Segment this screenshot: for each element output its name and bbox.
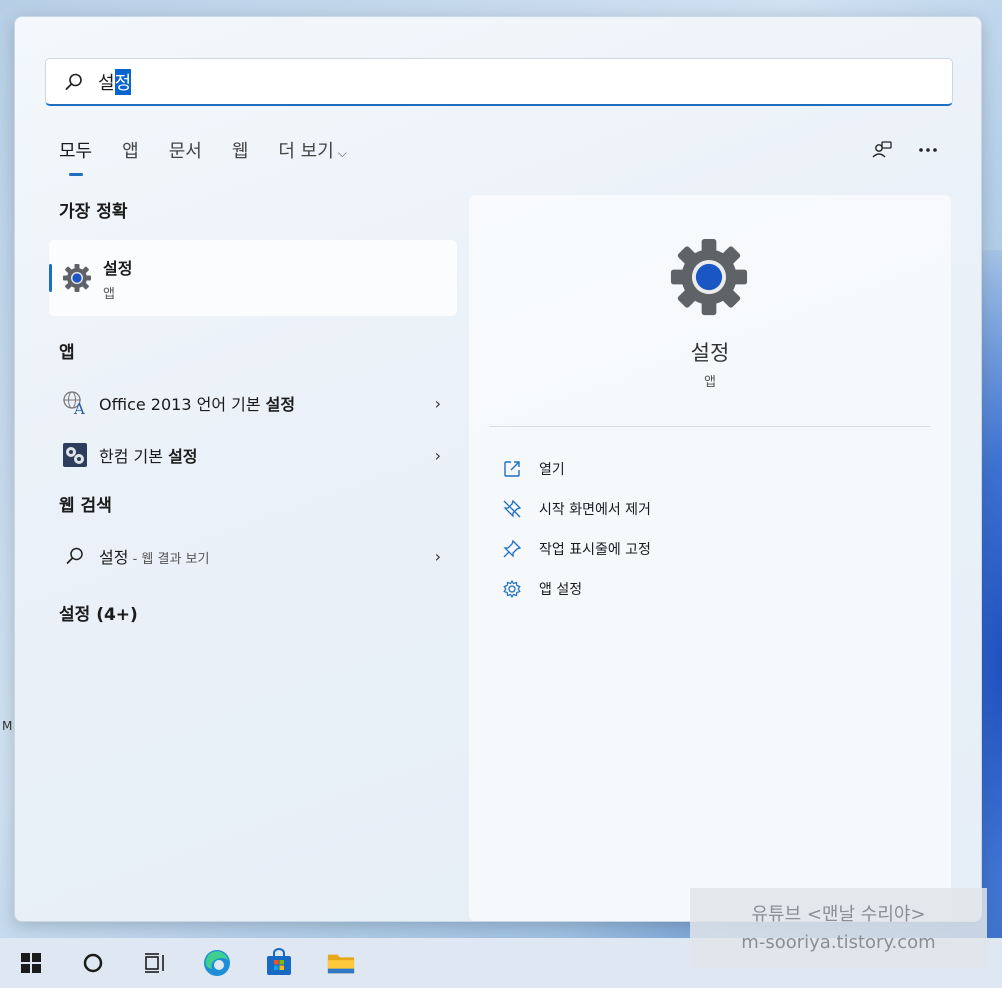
chevron-right-icon: › <box>434 546 441 566</box>
chevron-right-icon: › <box>434 445 441 465</box>
chevron-down-icon: ⌵ <box>337 146 347 160</box>
microsoft-store-icon <box>267 948 291 975</box>
action-open-label: 열기 <box>539 462 565 478</box>
settings-heading[interactable]: 설정 (4+) <box>59 600 459 625</box>
action-pin-taskbar-label: 작업 표시줄에 고정 <box>539 542 651 558</box>
folder-icon <box>327 954 355 974</box>
tab-web[interactable]: 웹 <box>232 137 249 163</box>
best-match-type: 앱 <box>103 286 115 302</box>
open-icon <box>504 461 520 477</box>
circle-search-icon <box>83 953 103 973</box>
search-button[interactable] <box>78 948 108 978</box>
action-open[interactable]: 열기 <box>501 449 651 489</box>
web-search-heading: 웹 검색 <box>59 496 112 516</box>
unpin-icon <box>503 499 522 518</box>
action-app-settings-label: 앱 설정 <box>539 582 583 598</box>
action-unpin-start[interactable]: 시작 화면에서 제거 <box>501 489 651 529</box>
filter-tabs: 모두 앱 문서 웹 더 보기 ⌵ <box>59 137 377 176</box>
file-explorer-button[interactable] <box>326 948 356 978</box>
preview-app-name: 설정 <box>690 341 730 365</box>
search-icon <box>65 73 82 90</box>
office-language-icon: A <box>61 389 89 417</box>
action-app-settings[interactable]: 앱 설정 <box>501 569 651 609</box>
chevron-right-icon: › <box>434 393 441 413</box>
apps-heading: 앱 <box>59 343 75 363</box>
best-match-name: 설정 <box>103 258 133 278</box>
list-item-hancom-settings[interactable]: 한컴 기본 설정 › <box>49 429 459 481</box>
watermark: 유튜브 <맨날 수리야> m-sooriya.tistory.com <box>690 888 987 968</box>
web-result-suffix: - 웹 결과 보기 <box>128 552 210 567</box>
best-match-item[interactable]: 설정 앱 <box>49 240 457 316</box>
action-pin-taskbar[interactable]: 작업 표시줄에 고정 <box>501 529 651 569</box>
account-switch-button[interactable] <box>869 139 895 161</box>
list-item-office-language[interactable]: A Office 2013 언어 기본 설정 › <box>49 377 459 429</box>
results-list: 가장 정확 설정 앱 앱 A Office 2013 언어 기본 설정 › 한컴… <box>49 197 459 625</box>
preview-divider <box>489 426 931 427</box>
svg-text:A: A <box>73 400 85 416</box>
office-language-label-bold: 설정 <box>265 395 296 414</box>
tab-more[interactable]: 더 보기 ⌵ <box>278 137 347 163</box>
windows-logo-icon <box>21 953 41 973</box>
tab-all[interactable]: 모두 <box>59 137 92 176</box>
list-item-web-search[interactable]: 설정 - 웹 결과 보기 › <box>49 530 459 582</box>
task-view-button[interactable] <box>140 948 170 978</box>
watermark-line1: 유튜브 <맨날 수리야> <box>751 904 926 925</box>
start-button[interactable] <box>16 948 46 978</box>
tab-documents[interactable]: 문서 <box>169 137 202 163</box>
settings-gear-icon <box>63 264 91 292</box>
more-options-button[interactable] <box>915 139 941 161</box>
watermark-line2: m-sooriya.tistory.com <box>741 932 936 953</box>
office-language-label: Office 2013 언어 기본 <box>99 395 266 414</box>
store-button[interactable] <box>264 948 294 978</box>
action-unpin-start-label: 시작 화면에서 제거 <box>539 502 651 518</box>
edge-browser-icon <box>204 950 230 976</box>
task-view-icon <box>145 953 164 973</box>
best-match-heading: 가장 정확 <box>59 202 128 222</box>
preview-pane: 설정 앱 열기 시작 화면에서 제거 작업 표시줄에 고정 앱 설정 <box>469 195 951 921</box>
settings-gear-icon-large <box>670 238 748 316</box>
search-text-selected: 정 <box>114 68 132 95</box>
preview-actions: 열기 시작 화면에서 제거 작업 표시줄에 고정 앱 설정 <box>501 449 651 609</box>
ellipsis-icon <box>919 148 937 152</box>
preview-app-type: 앱 <box>704 375 716 390</box>
gear-icon <box>503 579 521 599</box>
hancom-settings-icon <box>61 441 89 469</box>
web-query: 설정 <box>99 548 129 567</box>
tab-more-label: 더 보기 <box>278 141 334 162</box>
start-search-panel: 설정 모두 앱 문서 웹 더 보기 ⌵ 가장 정확 설정 앱 앱 A Offic… <box>14 16 982 922</box>
desktop-partial-text: M <box>2 719 13 733</box>
edge-button[interactable] <box>202 948 232 978</box>
people-icon <box>872 141 892 158</box>
search-input[interactable]: 설정 <box>45 58 953 106</box>
pin-icon <box>503 539 522 558</box>
tab-apps[interactable]: 앱 <box>122 137 139 163</box>
search-text: 설 <box>98 72 115 94</box>
hancom-settings-label: 한컴 기본 <box>99 447 169 466</box>
hancom-settings-label-bold: 설정 <box>168 447 198 466</box>
search-icon <box>66 547 83 564</box>
